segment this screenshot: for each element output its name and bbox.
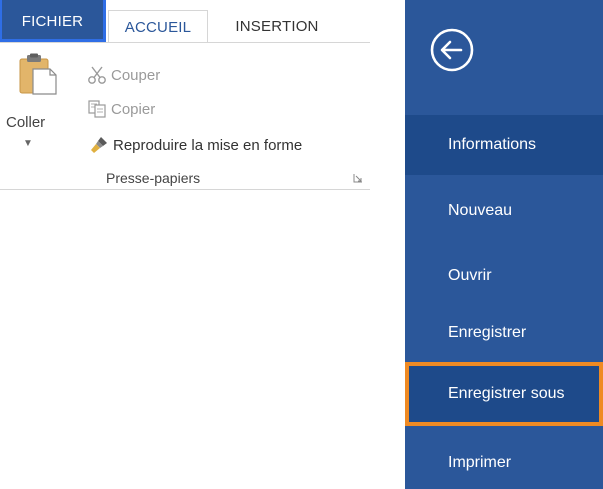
- chevron-down-icon[interactable]: ▼: [23, 138, 33, 149]
- format-painter-label: Reproduire la mise en forme: [113, 136, 303, 154]
- group-label-clipboard: Presse-papiers: [106, 170, 201, 186]
- menu-item-nouveau[interactable]: Nouveau: [405, 181, 603, 241]
- copy-icon: [86, 98, 108, 120]
- ribbon-body: Coller ▼ Couper Copier Reproduire la mis…: [0, 42, 370, 191]
- tab-fichier[interactable]: FICHIER: [0, 0, 106, 42]
- cut-label: Couper: [111, 66, 161, 84]
- clipboard-paste-icon: [19, 53, 57, 95]
- menu-item-imprimer[interactable]: Imprimer: [405, 433, 603, 489]
- tab-accueil[interactable]: ACCUEIL: [108, 10, 208, 43]
- backstage-menu: Informations Nouveau Ouvrir Enregistrer …: [405, 0, 603, 489]
- scissors-icon: [86, 64, 108, 86]
- page: FICHIER ACCUEIL INSERTION Coller ▼ Coupe…: [0, 0, 603, 489]
- back-arrow-icon: [430, 28, 474, 72]
- copy-button[interactable]: Copier: [86, 98, 155, 120]
- tab-insertion[interactable]: INSERTION: [212, 10, 342, 42]
- paintbrush-icon: [88, 134, 110, 156]
- copy-label: Copier: [111, 100, 156, 118]
- ribbon-tabbar: FICHIER ACCUEIL INSERTION: [0, 0, 370, 43]
- menu-item-enregistrer[interactable]: Enregistrer: [405, 303, 603, 363]
- ribbon-divider: [0, 189, 370, 190]
- cut-button[interactable]: Couper: [86, 64, 160, 86]
- dialog-launcher-icon[interactable]: [353, 173, 363, 183]
- menu-item-ouvrir[interactable]: Ouvrir: [405, 246, 603, 306]
- menu-item-informations[interactable]: Informations: [405, 115, 603, 175]
- format-painter-button[interactable]: Reproduire la mise en forme: [88, 134, 302, 156]
- ribbon: FICHIER ACCUEIL INSERTION Coller ▼ Coupe…: [0, 0, 370, 191]
- menu-item-enregistrer-sous[interactable]: Enregistrer sous: [405, 362, 603, 426]
- paste-label: Coller: [6, 114, 46, 131]
